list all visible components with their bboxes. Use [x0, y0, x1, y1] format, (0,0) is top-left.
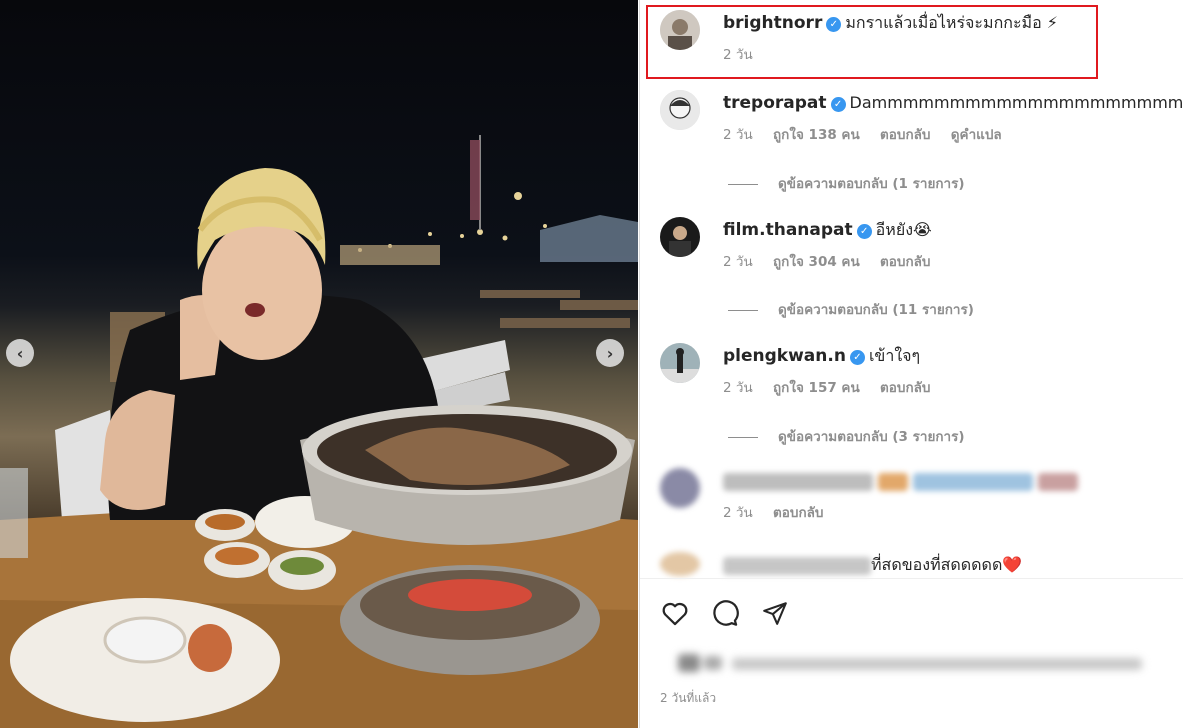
- chevron-right-icon: ›: [606, 343, 614, 363]
- post-timestamp: 2 วันที่แล้ว: [660, 691, 717, 705]
- verified-badge-icon: ✓: [856, 224, 872, 239]
- comment-text: อีหยัง😭: [875, 220, 932, 239]
- comment-text: เข้าใจๆ: [868, 346, 921, 365]
- avatar[interactable]: [660, 552, 700, 576]
- comment-likes[interactable]: ถูกใจ 304 คน: [773, 254, 860, 270]
- blurred-likes-line: [678, 654, 1142, 672]
- comment-username[interactable]: treporapat: [723, 93, 827, 113]
- photo-illustration: [0, 135, 638, 728]
- comment-text: Dammmmmmmmmmmmmmmmmmmm🔥: [849, 93, 1183, 112]
- reply-button[interactable]: ตอบกลับ: [773, 505, 823, 521]
- comment-time: 2 วัน: [723, 505, 753, 521]
- translate-button[interactable]: ดูคำแปล: [951, 127, 1002, 143]
- actions-divider: [640, 578, 1183, 579]
- comment-username[interactable]: plengkwan.n: [723, 346, 846, 366]
- comment-username[interactable]: film.thanapat: [723, 220, 853, 240]
- verified-badge-icon: ✓: [826, 17, 842, 32]
- caption-text: มกราแล้วเมื่อไหร่จะมกกะมือ ⚡: [845, 13, 1059, 32]
- comment-icon: [713, 600, 739, 626]
- heart-icon: [662, 602, 688, 626]
- share-icon: [763, 602, 787, 625]
- comment-button[interactable]: [710, 598, 740, 628]
- like-button[interactable]: [660, 598, 690, 628]
- caption-username[interactable]: brightnorr: [723, 13, 822, 33]
- comment-text: ที่สดของที่สดดดดด❤️: [871, 555, 1023, 574]
- avatar[interactable]: [660, 468, 700, 508]
- verified-badge-icon: ✓: [830, 97, 846, 112]
- prev-image-button[interactable]: ‹: [6, 339, 34, 367]
- comment-likes[interactable]: ถูกใจ 157 คน: [773, 380, 860, 396]
- post-actions: [660, 598, 790, 628]
- chevron-left-icon: ‹: [16, 343, 24, 363]
- reply-button[interactable]: ตอบกลับ: [880, 254, 930, 270]
- comments-panel: brightnorr ✓ มกราแล้วเมื่อไหร่จะมกกะมือ ⚡ …: [639, 0, 1183, 728]
- view-replies-button[interactable]: ดูข้อความตอบกลับ (3 รายการ): [728, 425, 965, 447]
- blurred-comment-line: [723, 470, 1173, 492]
- comment-likes[interactable]: ถูกใจ 138 คน: [773, 127, 860, 143]
- share-button[interactable]: [760, 598, 790, 628]
- avatar[interactable]: [660, 90, 700, 130]
- avatar[interactable]: [660, 10, 700, 50]
- caption-time: 2 วัน: [723, 47, 753, 63]
- view-replies-button[interactable]: ดูข้อความตอบกลับ (1 รายการ): [728, 172, 965, 194]
- comment-time: 2 วัน: [723, 127, 753, 143]
- comment-time: 2 วัน: [723, 254, 753, 270]
- next-image-button[interactable]: ›: [596, 339, 624, 367]
- comment-time: 2 วัน: [723, 380, 753, 396]
- view-replies-button[interactable]: ดูข้อความตอบกลับ (11 รายการ): [728, 298, 974, 320]
- avatar[interactable]: [660, 343, 700, 383]
- avatar[interactable]: [660, 217, 700, 257]
- verified-badge-icon: ✓: [849, 350, 865, 365]
- reply-button[interactable]: ตอบกลับ: [880, 127, 930, 143]
- post-photo: ‹ ›: [0, 0, 638, 728]
- blurred-username: [723, 556, 871, 575]
- reply-button[interactable]: ตอบกลับ: [880, 380, 930, 396]
